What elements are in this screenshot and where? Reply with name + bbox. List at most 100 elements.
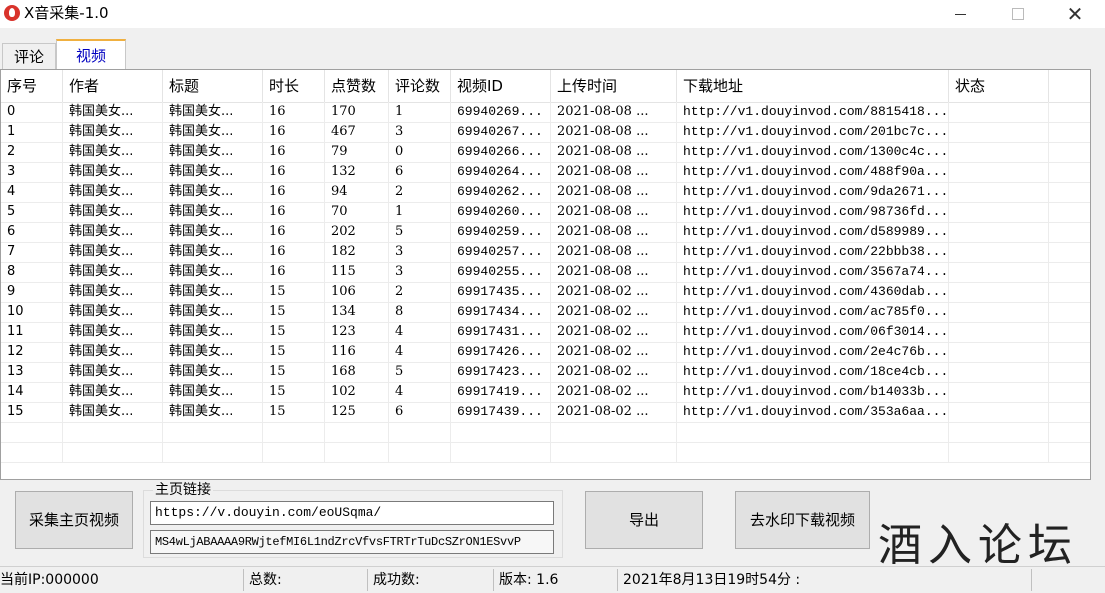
table-row[interactable]: 6 韩国美女... 韩国美女... 16 202 5 69940259... 2021-08-… bbox=[1, 222, 1090, 243]
cell-author: 韩国美女... bbox=[63, 142, 163, 162]
export-button[interactable]: 导出 bbox=[585, 491, 703, 549]
cell-index: 12 bbox=[1, 342, 63, 362]
cell-upload-time: 2021-08-08 ... bbox=[551, 142, 677, 162]
cell-index: 8 bbox=[1, 262, 63, 282]
cell-download-url: http://v1.douyinvod.com/4360dab... bbox=[677, 282, 949, 302]
cell-title: 韩国美女... bbox=[163, 362, 263, 382]
tab-comments[interactable]: 评论 bbox=[2, 43, 56, 70]
tab-videos[interactable]: 视频 bbox=[56, 39, 126, 71]
cell-title: 韩国美女... bbox=[163, 262, 263, 282]
minimize-button[interactable] bbox=[937, 0, 983, 28]
cell-upload-time: 2021-08-08 ... bbox=[551, 102, 677, 122]
cell-duration: 16 bbox=[263, 142, 325, 162]
cell-download-url: http://v1.douyinvod.com/06f3014... bbox=[677, 322, 949, 342]
status-divider bbox=[493, 569, 494, 591]
cell-index bbox=[1, 442, 63, 462]
cell-comments: 4 bbox=[389, 382, 451, 402]
header-col-author[interactable]: 作者 bbox=[63, 70, 163, 102]
cell-comments: 5 bbox=[389, 222, 451, 242]
homepage-url-input[interactable]: https://v.douyin.com/eoUSqma/ bbox=[150, 501, 554, 525]
cell-likes: 94 bbox=[325, 182, 389, 202]
cell-title: 韩国美女... bbox=[163, 142, 263, 162]
cell-download-url: http://v1.douyinvod.com/1300c4c... bbox=[677, 142, 949, 162]
table-row[interactable] bbox=[1, 442, 1090, 463]
table-row[interactable]: 2 韩国美女... 韩国美女... 16 79 0 69940266... 2021-08-0… bbox=[1, 142, 1090, 163]
cell-index: 4 bbox=[1, 182, 63, 202]
maximize-button[interactable] bbox=[995, 0, 1041, 28]
cell-video-id: 69940267... bbox=[451, 122, 551, 142]
cell-title: 韩国美女... bbox=[163, 102, 263, 122]
cell-author: 韩国美女... bbox=[63, 162, 163, 182]
cell-download-url: http://v1.douyinvod.com/d589989... bbox=[677, 222, 949, 242]
cell-status bbox=[949, 422, 1049, 442]
header-col-upload-time[interactable]: 上传时间 bbox=[551, 70, 677, 102]
cell-comments: 3 bbox=[389, 262, 451, 282]
header-col-status[interactable]: 状态 bbox=[949, 70, 1049, 102]
cell-download-url: http://v1.douyinvod.com/18ce4cb... bbox=[677, 362, 949, 382]
user-token-field[interactable]: MS4wLjABAAAA9RWjtefMI6L1ndZrcVfvsFTRTrTu… bbox=[150, 530, 554, 554]
cell-status bbox=[949, 222, 1049, 242]
cell-status bbox=[949, 162, 1049, 182]
cell-duration bbox=[263, 422, 325, 442]
download-no-watermark-button[interactable]: 去水印下载视频 bbox=[735, 491, 870, 549]
cell-likes: 70 bbox=[325, 202, 389, 222]
header-col-download-url[interactable]: 下载地址 bbox=[677, 70, 949, 102]
table-row[interactable]: 14 韩国美女... 韩国美女... 15 102 4 69917419... 2021-08… bbox=[1, 382, 1090, 403]
cell-download-url: http://v1.douyinvod.com/488f90a... bbox=[677, 162, 949, 182]
video-table[interactable]: 序号 作者 标题 时长 点赞数 评论数 视频ID 上传时间 下载地址 状态 0 韩国美女... 韩国美… bbox=[0, 69, 1091, 480]
status-version: 版本: 1.6 bbox=[499, 572, 559, 588]
cell-upload-time: 2021-08-08 ... bbox=[551, 122, 677, 142]
table-row[interactable]: 12 韩国美女... 韩国美女... 15 116 4 69917426... 2021-08… bbox=[1, 342, 1090, 363]
cell-duration: 15 bbox=[263, 402, 325, 422]
cell-author: 韩国美女... bbox=[63, 382, 163, 402]
status-divider bbox=[243, 569, 244, 591]
table-row[interactable]: 11 韩国美女... 韩国美女... 15 123 4 69917431... 2021-08… bbox=[1, 322, 1090, 343]
cell-duration: 16 bbox=[263, 122, 325, 142]
cell-title: 韩国美女... bbox=[163, 322, 263, 342]
cell-video-id: 69940257... bbox=[451, 242, 551, 262]
cell-duration: 15 bbox=[263, 362, 325, 382]
header-col-duration[interactable]: 时长 bbox=[263, 70, 325, 102]
table-row[interactable]: 7 韩国美女... 韩国美女... 16 182 3 69940257... 2021-08-… bbox=[1, 242, 1090, 263]
header-col-video-id[interactable]: 视频ID bbox=[451, 70, 551, 102]
cell-download-url: http://v1.douyinvod.com/9da2671... bbox=[677, 182, 949, 202]
header-col-comments[interactable]: 评论数 bbox=[389, 70, 451, 102]
table-row[interactable]: 3 韩国美女... 韩国美女... 16 132 6 69940264... 2021-08-… bbox=[1, 162, 1090, 183]
cell-upload-time: 2021-08-08 ... bbox=[551, 242, 677, 262]
table-row[interactable]: 10 韩国美女... 韩国美女... 15 134 8 69917434... 2021-08… bbox=[1, 302, 1090, 323]
cell-video-id: 69940259... bbox=[451, 222, 551, 242]
close-button[interactable]: ✕ bbox=[1052, 0, 1098, 28]
table-row[interactable] bbox=[1, 422, 1090, 443]
cell-title: 韩国美女... bbox=[163, 182, 263, 202]
cell-title: 韩国美女... bbox=[163, 122, 263, 142]
table-row[interactable]: 9 韩国美女... 韩国美女... 15 106 2 69917435... 2021-08-… bbox=[1, 282, 1090, 303]
cell-download-url: http://v1.douyinvod.com/ac785f0... bbox=[677, 302, 949, 322]
table-row[interactable]: 5 韩国美女... 韩国美女... 16 70 1 69940260... 2021-08-0… bbox=[1, 202, 1090, 223]
cell-comments: 3 bbox=[389, 122, 451, 142]
header-col-title[interactable]: 标题 bbox=[163, 70, 263, 102]
table-row[interactable]: 8 韩国美女... 韩国美女... 16 115 3 69940255... 2021-08-… bbox=[1, 262, 1090, 283]
cell-video-id: 69917431... bbox=[451, 322, 551, 342]
table-row[interactable]: 13 韩国美女... 韩国美女... 15 168 5 69917423... 2021-08… bbox=[1, 362, 1090, 383]
table-row[interactable]: 0 韩国美女... 韩国美女... 16 170 1 69940269... 2021-08-… bbox=[1, 102, 1090, 123]
cell-likes: 170 bbox=[325, 102, 389, 122]
cell-download-url: http://v1.douyinvod.com/353a6aa... bbox=[677, 402, 949, 422]
table-row[interactable]: 1 韩国美女... 韩国美女... 16 467 3 69940267... 2021-08-… bbox=[1, 122, 1090, 143]
table-row[interactable]: 4 韩国美女... 韩国美女... 16 94 2 69940262... 2021-08-0… bbox=[1, 182, 1090, 203]
status-success: 成功数: bbox=[373, 572, 420, 588]
header-col-likes[interactable]: 点赞数 bbox=[325, 70, 389, 102]
cell-author: 韩国美女... bbox=[63, 342, 163, 362]
cell-title: 韩国美女... bbox=[163, 302, 263, 322]
cell-upload-time: 2021-08-08 ... bbox=[551, 162, 677, 182]
cell-comments: 1 bbox=[389, 202, 451, 222]
collect-homepage-videos-button[interactable]: 采集主页视频 bbox=[15, 491, 133, 549]
cell-author: 韩国美女... bbox=[63, 202, 163, 222]
cell-status bbox=[949, 302, 1049, 322]
table-row[interactable]: 15 韩国美女... 韩国美女... 15 125 6 69917439... 2021-08… bbox=[1, 402, 1090, 423]
homepage-link-label: 主页链接 bbox=[153, 481, 213, 499]
header-col-index[interactable]: 序号 bbox=[1, 70, 63, 102]
cell-upload-time: 2021-08-08 ... bbox=[551, 222, 677, 242]
cell-upload-time bbox=[551, 422, 677, 442]
cell-author: 韩国美女... bbox=[63, 222, 163, 242]
status-bar: 当前IP:000000 总数: 成功数: 版本: 1.6 2021年8月13日1… bbox=[0, 566, 1105, 593]
